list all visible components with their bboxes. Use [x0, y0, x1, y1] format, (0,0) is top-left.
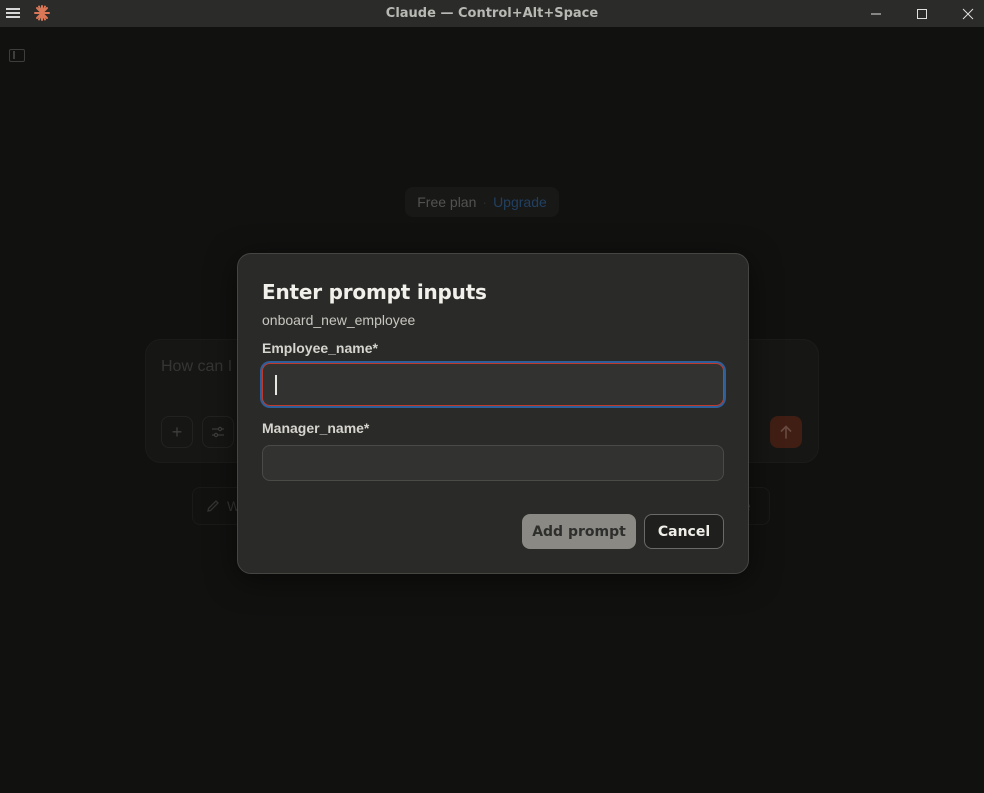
add-prompt-button[interactable]: Add prompt	[522, 514, 636, 549]
employee-name-label: Employee_name*	[262, 340, 378, 356]
title-bar: Claude — Control+Alt+Space	[0, 0, 984, 27]
employee-name-input[interactable]	[262, 363, 724, 406]
text-caret	[275, 375, 277, 395]
close-icon[interactable]	[945, 0, 984, 27]
manager-name-input[interactable]	[262, 445, 724, 481]
prompt-inputs-dialog: Enter prompt inputs onboard_new_employee…	[237, 253, 749, 574]
dialog-title: Enter prompt inputs	[262, 280, 487, 304]
prompt-name: onboard_new_employee	[262, 312, 416, 328]
minimize-icon[interactable]	[853, 0, 899, 27]
manager-name-label: Manager_name*	[262, 420, 370, 436]
window-title: Claude — Control+Alt+Space	[385, 6, 599, 21]
maximize-icon[interactable]	[899, 0, 945, 27]
cancel-button[interactable]: Cancel	[644, 514, 724, 549]
